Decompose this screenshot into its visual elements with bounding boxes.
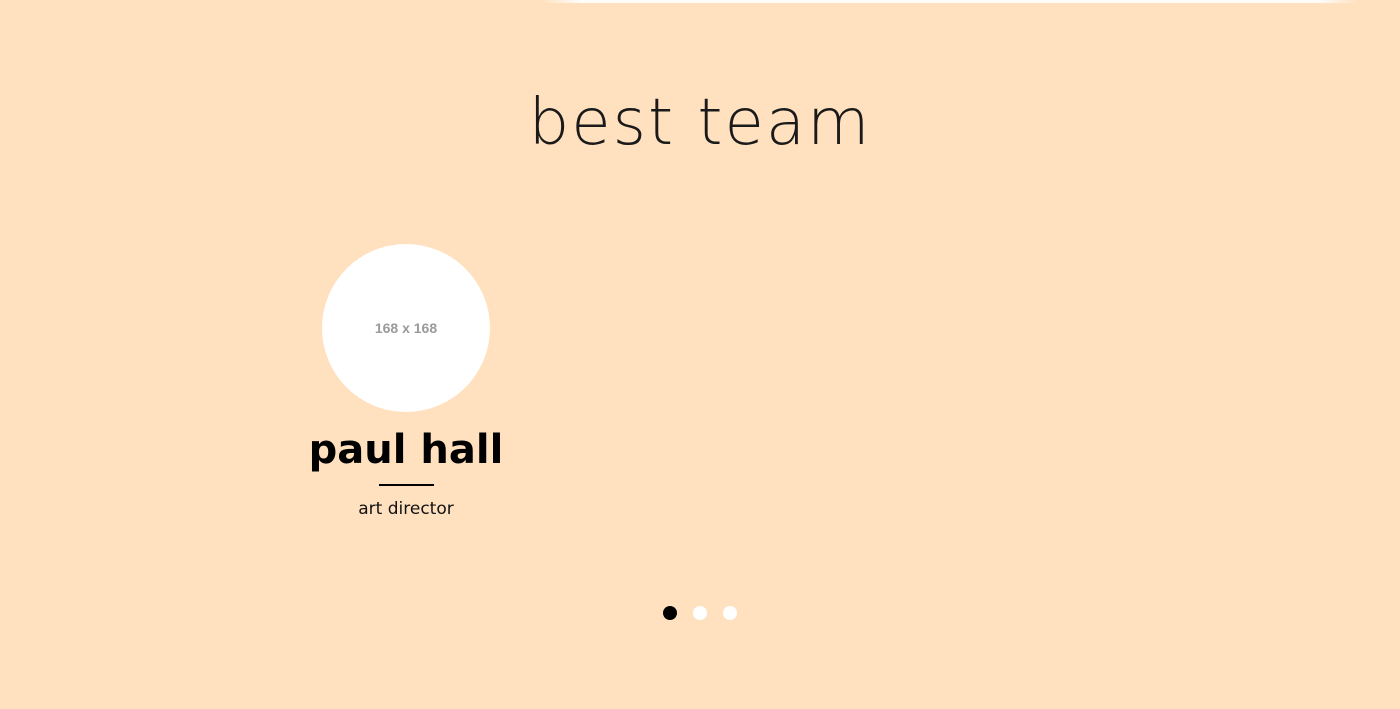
- carousel-pagination: [663, 606, 737, 620]
- carousel-dot-1[interactable]: [663, 606, 677, 620]
- avatar: 168 x 168: [322, 244, 490, 412]
- top-edge-highlight: [540, 0, 1360, 3]
- team-member-card: 168 x 168 paul hall art director: [306, 244, 506, 520]
- carousel-dot-3[interactable]: [723, 606, 737, 620]
- team-section: best team 168 x 168 paul hall art direct…: [0, 0, 1400, 709]
- section-title-text: best team: [528, 86, 872, 160]
- member-role: art director: [358, 499, 454, 519]
- carousel-dot-2[interactable]: [693, 606, 707, 620]
- name-divider: [378, 484, 434, 486]
- member-name: paul hall: [308, 427, 504, 473]
- section-title: best team: [0, 80, 1400, 166]
- avatar-placeholder-label: 168 x 168: [374, 320, 438, 336]
